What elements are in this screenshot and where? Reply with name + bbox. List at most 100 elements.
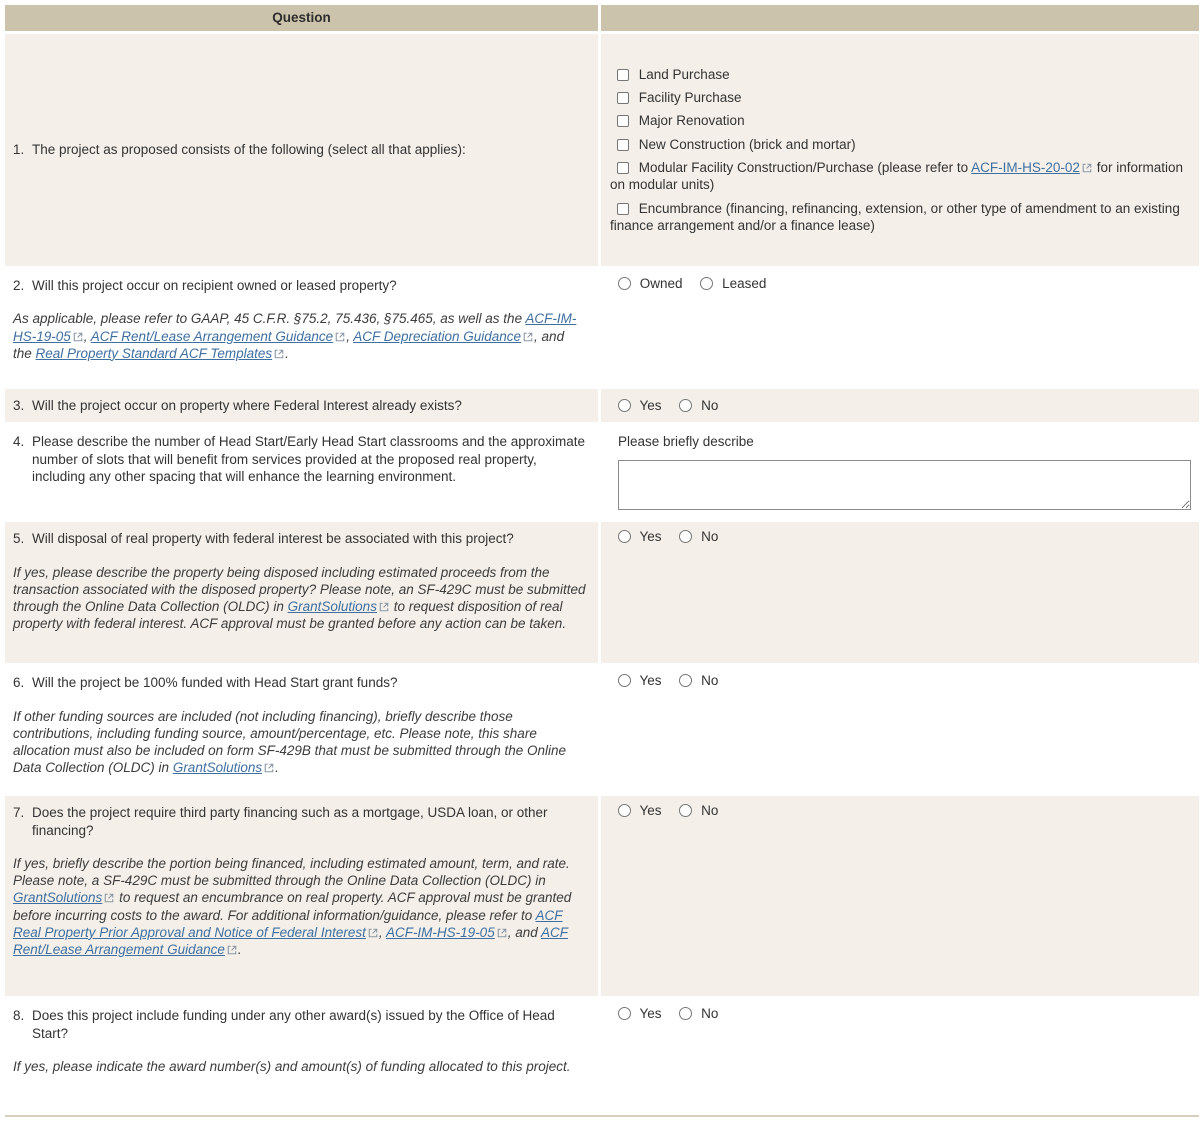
radio-option-yes[interactable]: Yes — [610, 529, 665, 544]
question-3-radio-group: Yes No — [610, 397, 1191, 414]
link-acf-depreciation-guidance[interactable]: ACF Depreciation Guidance — [353, 329, 521, 344]
option-new-construction[interactable]: New Construction (brick and mortar) — [610, 136, 1191, 153]
encumbrance-checkbox[interactable] — [617, 203, 629, 215]
radio-option-owned[interactable]: Owned — [610, 276, 686, 291]
land-purchase-checkbox[interactable] — [617, 69, 629, 81]
external-link-icon — [497, 928, 507, 938]
radio-option-yes[interactable]: Yes — [610, 673, 665, 688]
note-text: If other funding sources are included (n… — [13, 709, 566, 776]
question-1-cell: 1. The project as proposed consists of t… — [5, 34, 598, 266]
note-text: . — [238, 942, 242, 957]
link-grantsolutions[interactable]: GrantSolutions — [173, 760, 262, 775]
radio-option-yes[interactable]: Yes — [610, 1006, 665, 1021]
question-column-header-label: Question — [272, 9, 331, 26]
question-2-body: Will this project occur on recipient own… — [32, 278, 397, 293]
question-6-body: Will the project be 100% funded with Hea… — [32, 675, 397, 690]
radio-option-no[interactable]: No — [671, 1006, 718, 1021]
q6-no-radio[interactable] — [679, 674, 692, 687]
modular-facility-label: Modular Facility Construction/Purchase (… — [639, 160, 971, 175]
radio-option-no[interactable]: No — [671, 673, 718, 688]
q7-yes-label: Yes — [640, 803, 662, 818]
link-real-property-templates[interactable]: Real Property Standard ACF Templates — [36, 346, 273, 361]
question-1-body: The project as proposed consists of the … — [32, 142, 466, 157]
describe-textarea[interactable] — [618, 460, 1191, 510]
question-8-text: 8. Does this project include funding und… — [13, 1007, 586, 1042]
question-2-cell: 2. Will this project occur on recipient … — [5, 269, 598, 386]
note-text: If yes, briefly describe the portion bei… — [13, 856, 570, 888]
q7-no-radio[interactable] — [679, 804, 692, 817]
radio-option-no[interactable]: No — [671, 803, 718, 818]
option-major-renovation[interactable]: Major Renovation — [610, 112, 1191, 129]
link-acf-im-hs-19-05[interactable]: ACF-IM-HS-19-05 — [386, 925, 495, 940]
note-text: . — [275, 760, 279, 775]
question-1-number: 1. — [13, 141, 24, 158]
q7-yes-radio[interactable] — [618, 804, 631, 817]
answer-3-cell: Yes No — [601, 389, 1199, 422]
q3-no-radio[interactable] — [679, 399, 692, 412]
question-5-text: 5. Will disposal of real property with f… — [13, 530, 586, 547]
radio-option-no[interactable]: No — [671, 398, 718, 413]
owned-radio[interactable] — [618, 277, 631, 290]
note-text: , — [84, 329, 91, 344]
new-construction-checkbox[interactable] — [617, 139, 629, 151]
answer-2-cell: Owned Leased — [601, 269, 1199, 386]
link-grantsolutions[interactable]: GrantSolutions — [13, 890, 102, 905]
question-8-cell: 8. Does this project include funding und… — [5, 999, 598, 1107]
answer-5-cell: Yes No — [601, 522, 1199, 663]
describe-label: Please briefly describe — [618, 433, 1191, 450]
q3-no-label: No — [701, 398, 718, 413]
external-link-icon — [227, 945, 237, 955]
question-2-number: 2. — [13, 277, 24, 294]
link-acf-im-hs-20-02-label: ACF-IM-HS-20-02 — [971, 160, 1080, 175]
modular-facility-checkbox[interactable] — [617, 162, 629, 174]
question-6-radio-group: Yes No — [610, 672, 1191, 689]
q5-no-label: No — [701, 529, 718, 544]
question-7-note: If yes, briefly describe the portion bei… — [13, 855, 586, 959]
note-text: As applicable, please refer to GAAP, 45 … — [13, 311, 525, 326]
leased-radio[interactable] — [700, 277, 713, 290]
option-land-purchase[interactable]: Land Purchase — [610, 66, 1191, 83]
facility-purchase-checkbox[interactable] — [617, 92, 629, 104]
question-5-note: If yes, please describe the property bei… — [13, 564, 586, 633]
q5-no-radio[interactable] — [679, 530, 692, 543]
link-acf-rent-lease-guidance[interactable]: ACF Rent/Lease Arrangement Guidance — [91, 329, 333, 344]
question-6-note: If other funding sources are included (n… — [13, 708, 586, 777]
question-4-text: 4. Please describe the number of Head St… — [13, 433, 586, 485]
link-label: ACF Rent/Lease Arrangement Guidance — [91, 329, 333, 344]
q6-yes-radio[interactable] — [618, 674, 631, 687]
major-renovation-checkbox[interactable] — [617, 115, 629, 127]
q3-yes-radio[interactable] — [618, 399, 631, 412]
q8-no-radio[interactable] — [679, 1007, 692, 1020]
land-purchase-label: Land Purchase — [639, 67, 730, 82]
radio-option-yes[interactable]: Yes — [610, 803, 665, 818]
option-encumbrance[interactable]: Encumbrance (financing, refinancing, ext… — [610, 200, 1191, 235]
question-column-header: Question — [5, 5, 598, 31]
question-4-body: Please describe the number of Head Start… — [32, 434, 585, 484]
radio-option-no[interactable]: No — [671, 529, 718, 544]
question-6-number: 6. — [13, 674, 24, 691]
question-8-body: Does this project include funding under … — [32, 1008, 555, 1040]
option-facility-purchase[interactable]: Facility Purchase — [610, 89, 1191, 106]
q8-yes-radio[interactable] — [618, 1007, 631, 1020]
answer-4-cell: Please briefly describe — [601, 425, 1199, 519]
q8-yes-label: Yes — [640, 1006, 662, 1021]
question-3-text: 3. Will the project occur on property wh… — [13, 397, 586, 414]
q3-yes-label: Yes — [640, 398, 662, 413]
link-grantsolutions[interactable]: GrantSolutions — [288, 599, 377, 614]
facility-purchase-label: Facility Purchase — [639, 90, 742, 105]
note-text: , — [379, 925, 386, 940]
link-acf-im-hs-20-02[interactable]: ACF-IM-HS-20-02 — [971, 160, 1080, 175]
question-4-cell: 4. Please describe the number of Head St… — [5, 425, 598, 519]
q6-yes-label: Yes — [640, 673, 662, 688]
radio-option-leased[interactable]: Leased — [692, 276, 766, 291]
note-text: If yes, please indicate the award number… — [13, 1059, 571, 1074]
note-text: . — [285, 346, 289, 361]
question-5-number: 5. — [13, 530, 24, 547]
question-6-cell: 6. Will the project be 100% funded with … — [5, 666, 598, 793]
radio-option-yes[interactable]: Yes — [610, 398, 665, 413]
answer-column-header — [601, 5, 1199, 31]
option-modular-facility[interactable]: Modular Facility Construction/Purchase (… — [610, 159, 1191, 194]
external-link-icon — [274, 349, 284, 359]
q5-yes-radio[interactable] — [618, 530, 631, 543]
question-table: Question 1. The project as proposed cons… — [5, 5, 1199, 1107]
